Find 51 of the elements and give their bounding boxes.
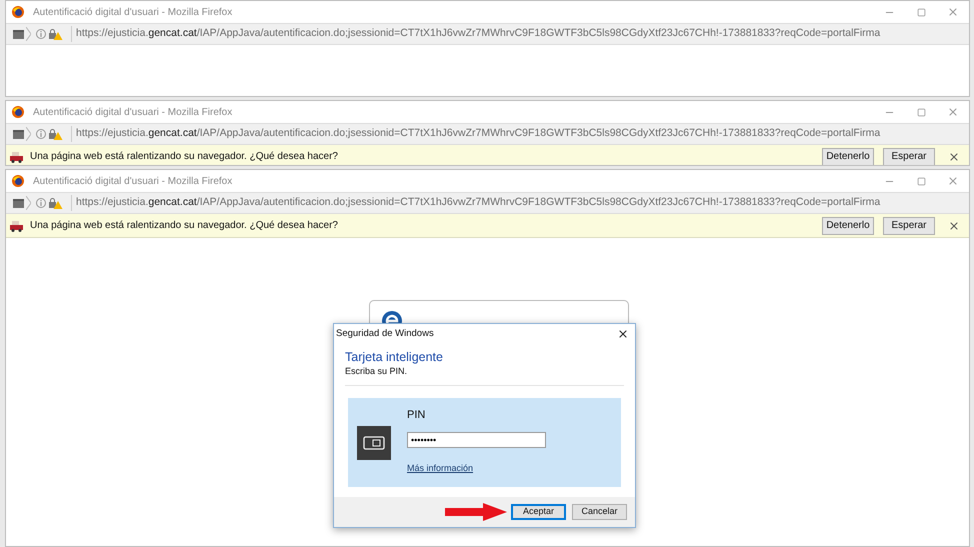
notification-button[interactable]: Esperar [883, 148, 935, 165]
lock-warning-icon [49, 128, 63, 140]
pointer-arrow-drawing [445, 503, 507, 521]
close-icon [948, 220, 960, 232]
chevron-icon [26, 27, 31, 41]
close-icon [617, 328, 629, 340]
chevron-icon [26, 127, 31, 141]
more-info-link[interactable]: Más información [407, 462, 546, 476]
browser-logo-icon [12, 6, 24, 18]
notification-button[interactable]: Detenerlo [822, 216, 874, 234]
page-icon [13, 198, 24, 208]
address-bar[interactable]: https://ejusticia.gencat.cat/IAP/AppJava/autentificacion.do;jsessionid=CT7tX1hJ6vwZr7MWhrvC9F18GWTF3bC5ls98CGdyXtf23Jc67CHh!-173881833?reqCode=portalFirma [6, 123, 969, 145]
page-icon [13, 30, 24, 38]
close-icon [947, 6, 959, 18]
info-icon [36, 198, 46, 208]
url-text: https://ejusticia.gencat.cat/IAP/AppJava/autentificacion.do;jsessionid=CT7tX1hJ6vwZr7MWhrvC9F18GWTF3bC5ls98CGdyXtf23Jc67CHh!-173881833?reqCode=portalFirma [71, 26, 880, 42]
slow-script-icon [10, 220, 23, 232]
browser-logo-icon [12, 175, 24, 187]
dialog-button[interactable]: Cancelar [572, 504, 627, 520]
dialog-title: Seguridad de Windows [336, 326, 434, 341]
pin-field[interactable]: •••••••• [407, 432, 546, 448]
url-text: https://ejusticia.gencat.cat/IAP/AppJava/autentificacion.do;jsessionid=CT7tX1hJ6vwZr7MWhrvC9F18GWTF3bC5ls98CGdyXtf23Jc67CHh!-173881833?reqCode=portalFirma [71, 195, 880, 211]
address-bar[interactable]: https://ejusticia.gencat.cat/IAP/AppJava/autentificacion.do;jsessionid=CT7tX1hJ6vwZr7MWhrvC9F18GWTF3bC5ls98CGdyXtf23Jc67CHh!-173881833?reqCode=portalFirma [6, 23, 969, 45]
browser-logo-icon [12, 106, 24, 118]
close-icon [947, 175, 959, 187]
slow-script-icon [10, 150, 23, 162]
close-icon [947, 106, 959, 118]
notification-button[interactable]: Detenerlo [822, 148, 874, 165]
dialog-subtitle: Escriba su PIN. [345, 365, 408, 377]
url-text: https://ejusticia.gencat.cat/IAP/AppJava/autentificacion.do;jsessionid=CT7tX1hJ6vwZr7MWhrvC9F18GWTF3bC5ls98CGdyXtf23Jc67CHh!-173881833?reqCode=portalFirma [71, 126, 880, 142]
dialog-button[interactable]: Aceptar [511, 504, 566, 520]
close-icon [948, 150, 960, 162]
notification-message: Una página web está ralentizando su navegador. ¿Qué desea hacer? [30, 219, 338, 233]
maximize-icon [916, 108, 926, 116]
maximize-icon [916, 176, 926, 186]
window-title: Autentificació digital d'usuari - Mozilla Firefox [33, 106, 232, 120]
lock-warning-icon [49, 28, 63, 40]
info-icon [36, 129, 46, 139]
smart-card-icon [357, 426, 391, 460]
info-icon [36, 29, 46, 39]
pin-label: PIN [407, 409, 426, 422]
maximize-icon [916, 8, 926, 16]
chevron-icon [26, 196, 31, 210]
page-icon [13, 130, 24, 138]
window-title: Autentificació digital d'usuari - Mozilla Firefox [33, 174, 232, 188]
lock-warning-icon [49, 198, 63, 208]
address-bar[interactable]: https://ejusticia.gencat.cat/IAP/AppJava/autentificacion.do;jsessionid=CT7tX1hJ6vwZr7MWhrvC9F18GWTF3bC5ls98CGdyXtf23Jc67CHh!-173881833?reqCode=portalFirma [6, 192, 969, 214]
window-title: Autentificació digital d'usuari - Mozilla Firefox [33, 6, 232, 20]
dialog-heading: Tarjeta inteligente [345, 350, 444, 365]
notification-button[interactable]: Esperar [883, 216, 935, 234]
notification-message: Una página web está ralentizando su navegador. ¿Qué desea hacer? [30, 150, 338, 164]
